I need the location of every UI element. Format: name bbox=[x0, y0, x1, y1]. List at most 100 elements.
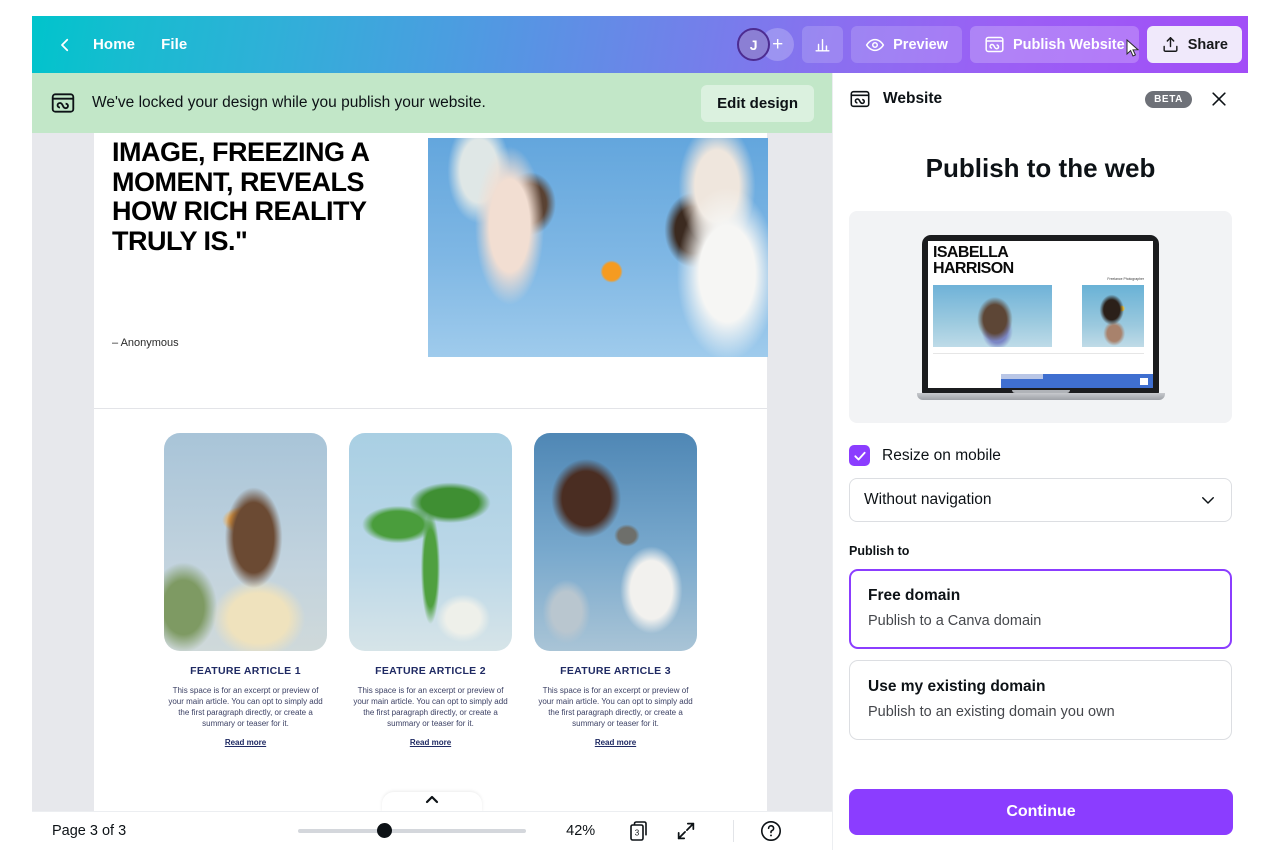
publish-website-label: Publish Website bbox=[1013, 37, 1125, 53]
feature-image[interactable] bbox=[534, 433, 697, 651]
zoom-percentage[interactable]: 42% bbox=[566, 823, 595, 839]
bar-chart-icon bbox=[813, 35, 832, 54]
edit-design-button[interactable]: Edit design bbox=[701, 85, 814, 122]
collaborators: J + bbox=[737, 28, 794, 61]
option-existing-domain[interactable]: Use my existing domain Publish to an exi… bbox=[849, 660, 1232, 740]
feature-card[interactable]: FEATURE ARTICLE 1 This space is for an e… bbox=[164, 433, 327, 747]
site-footer-bar bbox=[1001, 374, 1043, 379]
website-publish-panel: Website BETA Publish to the web ISABELLA… bbox=[832, 73, 1248, 850]
website-icon bbox=[849, 88, 871, 110]
design-locked-banner: We've locked your design while you publi… bbox=[32, 73, 832, 133]
option-title: Use my existing domain bbox=[868, 678, 1213, 696]
eye-icon bbox=[865, 35, 885, 55]
publish-website-button[interactable]: Publish Website bbox=[970, 26, 1139, 63]
resize-on-mobile-checkbox[interactable] bbox=[849, 445, 870, 466]
design-page-3[interactable]: IMAGE, FREEZING A MOMENT, REVEALS HOW RI… bbox=[94, 133, 767, 811]
preview-label: Preview bbox=[893, 37, 948, 53]
beta-badge: BETA bbox=[1145, 91, 1192, 108]
bottom-toolbar-icons: 3 bbox=[627, 818, 784, 844]
feature-body: This space is for an excerpt or preview … bbox=[164, 685, 327, 729]
feature-image[interactable] bbox=[349, 433, 512, 651]
website-icon bbox=[984, 34, 1005, 55]
feature-read-more-link[interactable]: Read more bbox=[164, 738, 327, 747]
banner-message: We've locked your design while you publi… bbox=[92, 94, 486, 112]
site-footer-dot bbox=[1140, 378, 1148, 385]
option-title: Free domain bbox=[868, 587, 1213, 605]
canva-editor-window: Home File J + Previe bbox=[32, 16, 1248, 850]
site-image-right bbox=[1082, 285, 1144, 347]
feature-title: FEATURE ARTICLE 2 bbox=[349, 665, 512, 677]
option-description: Publish to an existing domain you own bbox=[868, 704, 1213, 720]
share-upload-icon bbox=[1161, 35, 1180, 54]
page-indicator: Page 3 of 3 bbox=[52, 823, 126, 839]
resize-on-mobile-label: Resize on mobile bbox=[882, 447, 1001, 465]
feature-articles-row: FEATURE ARTICLE 1 This space is for an e… bbox=[94, 433, 767, 747]
feature-card[interactable]: FEATURE ARTICLE 2 This space is for an e… bbox=[349, 433, 512, 747]
zoom-slider-thumb[interactable] bbox=[377, 823, 392, 838]
back-button[interactable] bbox=[50, 30, 80, 60]
site-divider bbox=[933, 353, 1144, 354]
navigation-select[interactable]: Without navigation bbox=[849, 478, 1232, 522]
publish-to-label: Publish to bbox=[849, 544, 1232, 558]
chevron-down-icon bbox=[1199, 491, 1217, 509]
chevron-left-icon bbox=[56, 36, 74, 54]
option-free-domain[interactable]: Free domain Publish to a Canva domain bbox=[849, 569, 1232, 649]
site-thumbnail: ISABELLA HARRISON Freelance Photographer bbox=[928, 241, 1153, 388]
preview-button[interactable]: Preview bbox=[851, 26, 962, 63]
page-manager-button[interactable]: 3 bbox=[627, 818, 653, 844]
laptop-base bbox=[917, 393, 1165, 400]
close-panel-button[interactable] bbox=[1208, 88, 1230, 110]
help-button[interactable] bbox=[758, 818, 784, 844]
top-toolbar: Home File J + Previe bbox=[32, 16, 1248, 73]
feature-body: This space is for an excerpt or preview … bbox=[349, 685, 512, 729]
fullscreen-button[interactable] bbox=[673, 818, 699, 844]
feature-read-more-link[interactable]: Read more bbox=[534, 738, 697, 747]
page-divider bbox=[94, 408, 767, 409]
panel-heading: Publish to the web bbox=[833, 153, 1248, 184]
share-button[interactable]: Share bbox=[1147, 26, 1242, 63]
top-toolbar-right: J + Preview bbox=[737, 26, 1248, 63]
website-icon bbox=[50, 90, 76, 116]
expand-panel-handle[interactable] bbox=[382, 792, 482, 811]
site-image-left bbox=[933, 285, 1052, 347]
navigation-select-value: Without navigation bbox=[864, 491, 992, 509]
chevron-up-icon bbox=[425, 795, 439, 804]
svg-text:3: 3 bbox=[635, 828, 640, 837]
menu-home[interactable]: Home bbox=[80, 29, 148, 60]
panel-header: Website BETA bbox=[833, 73, 1248, 125]
option-description: Publish to a Canva domain bbox=[868, 613, 1213, 629]
laptop-screen: ISABELLA HARRISON Freelance Photographer bbox=[922, 235, 1159, 395]
resize-on-mobile-row[interactable]: Resize on mobile bbox=[849, 445, 1232, 466]
toolbar-divider bbox=[733, 820, 734, 842]
feature-title: FEATURE ARTICLE 1 bbox=[164, 665, 327, 677]
question-circle-icon bbox=[759, 819, 783, 843]
mouse-cursor-icon bbox=[1125, 39, 1141, 59]
zoom-slider[interactable] bbox=[298, 829, 526, 833]
site-preview: ISABELLA HARRISON Freelance Photographer bbox=[849, 211, 1232, 423]
bottom-toolbar: Page 3 of 3 42% 3 bbox=[32, 811, 832, 850]
avatar[interactable]: J bbox=[737, 28, 770, 61]
feature-read-more-link[interactable]: Read more bbox=[349, 738, 512, 747]
laptop-mockup: ISABELLA HARRISON Freelance Photographer bbox=[917, 235, 1165, 400]
check-icon bbox=[853, 449, 867, 463]
menu-file[interactable]: File bbox=[148, 29, 200, 60]
top-toolbar-left: Home File bbox=[32, 29, 200, 60]
zoom-slider-track[interactable] bbox=[298, 829, 526, 833]
panel-title: Website bbox=[883, 90, 942, 108]
feature-title: FEATURE ARTICLE 3 bbox=[534, 665, 697, 677]
feature-image[interactable] bbox=[164, 433, 327, 651]
continue-button[interactable]: Continue bbox=[849, 789, 1233, 835]
pages-icon: 3 bbox=[628, 819, 652, 843]
feature-body: This space is for an excerpt or preview … bbox=[534, 685, 697, 729]
quote-text[interactable]: IMAGE, FREEZING A MOMENT, REVEALS HOW RI… bbox=[112, 138, 402, 256]
design-canvas[interactable]: IMAGE, FREEZING A MOMENT, REVEALS HOW RI… bbox=[32, 133, 832, 811]
site-title: ISABELLA HARRISON bbox=[933, 245, 1014, 278]
feature-card[interactable]: FEATURE ARTICLE 3 This space is for an e… bbox=[534, 433, 697, 747]
close-icon bbox=[1209, 89, 1229, 109]
expand-icon bbox=[675, 820, 697, 842]
insights-button[interactable] bbox=[802, 26, 843, 63]
share-label: Share bbox=[1188, 37, 1228, 53]
quote-attribution[interactable]: – Anonymous bbox=[112, 337, 179, 349]
hero-image[interactable] bbox=[428, 138, 768, 357]
site-subtitle: Freelance Photographer bbox=[1107, 277, 1144, 281]
